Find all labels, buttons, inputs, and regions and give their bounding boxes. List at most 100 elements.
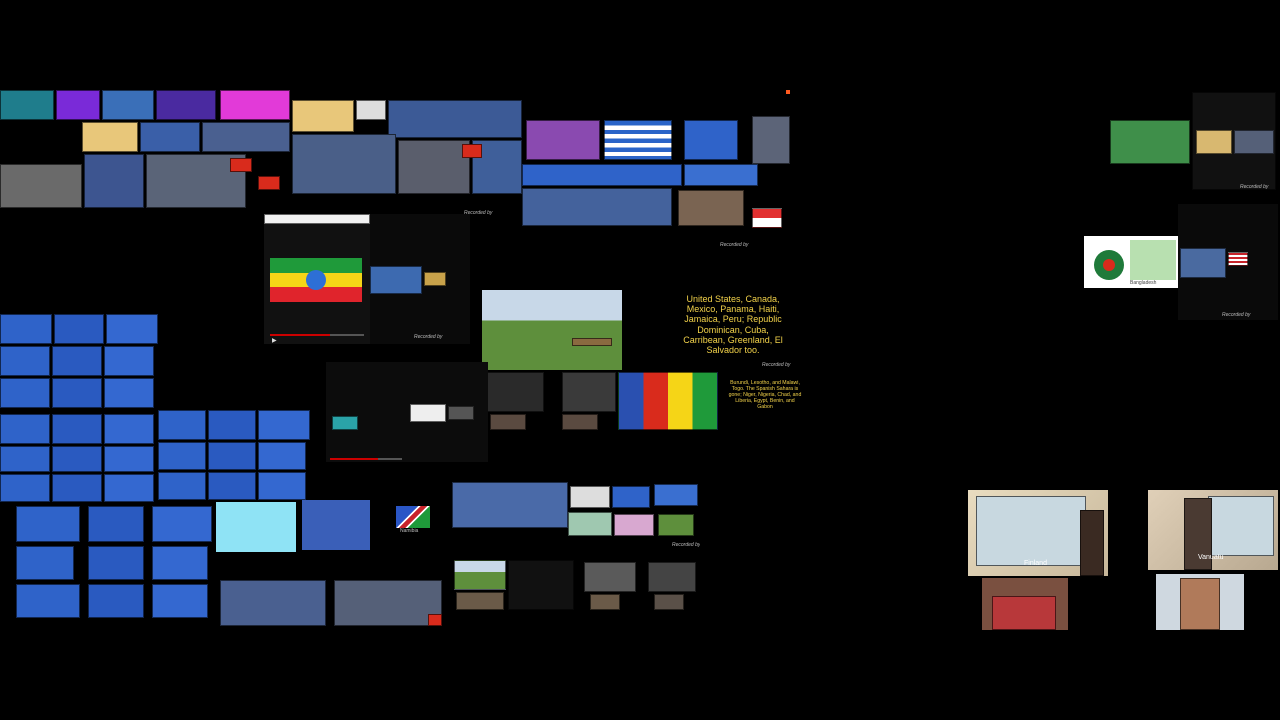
cartoon-thumb <box>104 378 154 408</box>
thumb-flag-wall <box>618 372 718 430</box>
thumb-violet-person <box>156 90 216 120</box>
namibia-label: Namibia <box>400 528 419 534</box>
thumb-minecraft <box>658 514 694 536</box>
thumb-small-bottom <box>490 414 526 430</box>
recorded-by-label: Recorded by <box>414 334 443 340</box>
thumb-grid-right <box>752 116 790 164</box>
thumb-cream-world <box>292 100 354 132</box>
thumb-red-flag-2 <box>258 176 280 190</box>
thumb-bangladesh-map <box>568 512 612 536</box>
cartoon-thumb <box>88 546 144 580</box>
thumb-pink-grid <box>526 120 600 160</box>
cartoon-thumb <box>208 442 256 470</box>
thumb-grid-lower <box>522 188 672 226</box>
collage-mid-center <box>482 370 722 432</box>
thumb-grid-b <box>292 134 396 194</box>
video-vanuatu: Vanuatu <box>1148 490 1278 570</box>
cartoon-grid-left <box>0 314 158 504</box>
thumb-map-small <box>1196 130 1232 154</box>
collage-top-left <box>0 88 292 210</box>
thumb-minecraft <box>454 560 506 590</box>
cartoon-thumb <box>152 546 208 580</box>
thumb-teal-map <box>0 90 54 120</box>
lyric-text: Burundi, Lesotho, and Malawi, Togo. The … <box>728 380 802 410</box>
collage-top-center: Recorded by <box>292 98 524 216</box>
cartoon-thumb <box>16 506 80 542</box>
cartoon-thumb <box>158 442 206 470</box>
cartoon-thumb <box>106 314 158 344</box>
cartoon-thumb <box>104 414 154 444</box>
thumb-indonesia-flag <box>752 208 782 228</box>
recorded-by-label: Recorded by <box>672 542 700 548</box>
thumb-small-map <box>370 266 422 294</box>
cartoon-thumb <box>258 472 306 500</box>
thumb-two-women <box>678 190 744 226</box>
thumb-light-blue-map <box>216 502 296 552</box>
thumb-icon-panel <box>410 404 446 422</box>
thumb-cartoon-flowers <box>302 500 370 550</box>
cartoon-thumb <box>0 346 50 376</box>
cartoon-thumb <box>208 472 256 500</box>
bangladesh-label: Bangladesh <box>1130 280 1157 286</box>
recorded-by-label: Recorded by <box>1222 312 1251 318</box>
cartoon-thumb <box>0 314 52 344</box>
minecraft-rail <box>572 338 612 346</box>
video-finland: Finland <box>968 490 1108 576</box>
thumb-grid-small <box>1234 130 1274 154</box>
cartoon-thumb <box>0 474 50 502</box>
play-icon[interactable]: ▶ <box>272 337 277 344</box>
thumb-person <box>584 562 636 592</box>
cartoon-thumb <box>208 410 256 440</box>
cartoon-thumb <box>0 446 50 472</box>
thumb-world-map <box>1110 120 1190 164</box>
woman-presenter <box>1180 578 1220 630</box>
thumb-small <box>456 592 504 610</box>
cartoon-thumb <box>104 474 154 502</box>
world-map-wall <box>976 496 1086 566</box>
thumb-red-dot <box>462 144 482 158</box>
cartoon-thumb <box>16 584 80 618</box>
cartoon-thumb <box>258 410 310 440</box>
thumb-white <box>570 486 610 508</box>
thumb-grid <box>1180 248 1226 278</box>
thumb-pink-map <box>614 514 654 536</box>
bangladesh-ball-icon <box>1094 250 1124 280</box>
bangladesh-panel: Bangladesh <box>1084 236 1178 288</box>
thumb-grid-a <box>388 100 522 138</box>
lyric-caption-americas: United States, Canada, Mexico, Panama, H… <box>678 294 788 370</box>
video-woman-presenter <box>1156 574 1244 630</box>
video-player-dark[interactable] <box>326 362 488 462</box>
thumb-grid-small <box>140 122 200 152</box>
thumb-person-dark-2 <box>562 372 616 412</box>
cartoon-thumb <box>88 584 144 618</box>
cartoon-thumb <box>88 506 144 542</box>
cartoon-thumb <box>152 506 212 542</box>
world-map-wall <box>1208 496 1274 556</box>
video-player-ethiopia[interactable]: ▶ <box>264 214 370 344</box>
cartoon-thumb <box>52 346 102 376</box>
recorded-by-label: Recorded by <box>762 362 791 368</box>
stage-people <box>992 596 1056 630</box>
thumb-small <box>590 594 620 610</box>
thumb-cream-map <box>82 122 138 152</box>
thumb-grid <box>334 580 442 626</box>
thumb-grid-3 <box>84 154 144 208</box>
thumb-caption-mini <box>508 560 574 610</box>
namibia-flag-icon <box>396 506 430 528</box>
thumb-blue-map <box>102 90 154 120</box>
video-collage-canvas: Recorded by Recorded by ▶ Recorded by Un… <box>0 0 1280 720</box>
thumb-blue-cartoon <box>684 120 738 160</box>
collage-bottom-center <box>218 574 444 630</box>
thumb-map <box>654 484 698 506</box>
thumb-us-flag <box>1228 252 1248 266</box>
lyric-text: United States, Canada, Mexico, Panama, H… <box>683 294 783 356</box>
cartoon-thumb <box>52 378 102 408</box>
thumb-blue-strip <box>522 164 682 186</box>
recorded-by-label: Recorded by <box>1240 184 1269 190</box>
cartoon-thumb <box>16 546 74 580</box>
collage-bottom-mid <box>452 558 700 614</box>
orange-dot <box>786 90 790 94</box>
greece-flag-icon <box>604 120 672 160</box>
video-dark-panel: Recorded by <box>370 214 470 344</box>
cartoon-thumb <box>158 472 206 500</box>
